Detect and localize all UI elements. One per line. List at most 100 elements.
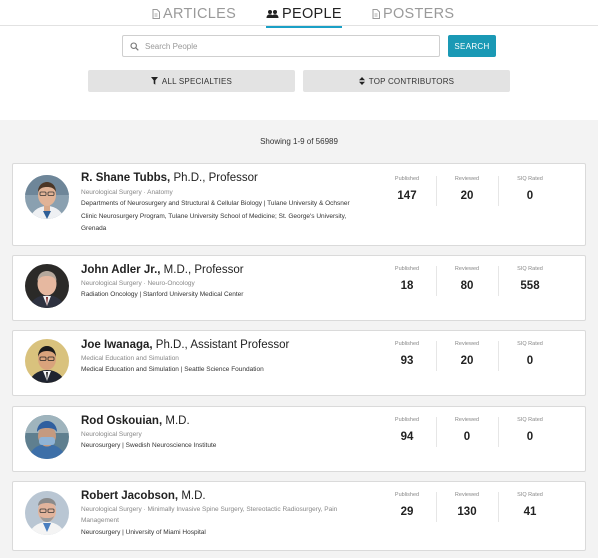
tab-articles-label: ARTICLES <box>163 6 237 22</box>
published-count: 147 <box>397 190 417 202</box>
published-label: Published <box>394 176 420 182</box>
person-name-line[interactable]: Robert Jacobson, M.D. <box>81 490 206 502</box>
reviewed-label: Reviewed <box>454 341 480 347</box>
published-label: Published <box>394 266 420 272</box>
specialties-filter-button[interactable]: ALL SPECIALTIES <box>88 70 295 92</box>
person-affiliation: Departments of Neurosurgery and Structur… <box>81 200 350 232</box>
top-bar: ARTICLES PEOPLE POSTERS SEARCH ALL SPECI… <box>0 0 598 120</box>
tab-bar: ARTICLES PEOPLE POSTERS <box>0 0 598 28</box>
person-specialty: Neurological Surgery · Neuro-Oncology <box>81 280 195 287</box>
published-stat: Published 93 <box>377 341 437 367</box>
reviewed-stat: Reviewed 130 <box>437 492 497 518</box>
search-input[interactable] <box>145 41 425 51</box>
person-affiliation: Neurosurgery | Swedish Neuroscience Inst… <box>81 442 217 449</box>
avatar <box>25 264 69 308</box>
person-name: Rod Oskouian, <box>81 415 163 427</box>
sort-label: TOP CONTRIBUTORS <box>368 76 455 86</box>
siq-stat: SIQ Rated 0 <box>500 341 560 367</box>
siq-count: 41 <box>523 506 537 518</box>
avatar <box>25 339 69 383</box>
siq-stat: SIQ Rated 558 <box>500 266 560 292</box>
specialties-filter-label: ALL SPECIALTIES <box>161 76 233 86</box>
avatar <box>25 491 69 535</box>
published-label: Published <box>394 492 420 498</box>
published-count: 29 <box>400 506 414 518</box>
search-button[interactable]: SEARCH <box>448 35 496 57</box>
person-name: R. Shane Tubbs, <box>81 172 171 184</box>
reviewed-count: 20 <box>460 355 474 367</box>
results-summary: Showing 1-9 of 56989 <box>260 137 338 146</box>
siq-label: SIQ Rated <box>517 176 543 182</box>
tab-articles[interactable]: ARTICLES <box>152 4 236 24</box>
person-card[interactable]: John Adler Jr., M.D., Professor Neurolog… <box>12 255 586 321</box>
siq-stat: SIQ Rated 41 <box>500 492 560 518</box>
published-label: Published <box>394 417 420 423</box>
person-affiliation: Radiation Oncology | Stanford University… <box>81 291 244 298</box>
reviewed-count: 130 <box>457 506 477 518</box>
tab-posters[interactable]: POSTERS <box>372 4 454 24</box>
reviewed-stat: Reviewed 0 <box>437 417 497 443</box>
reviewed-count: 20 <box>460 190 474 202</box>
tab-people-label: PEOPLE <box>282 6 342 22</box>
published-label: Published <box>394 341 420 347</box>
person-specialty: Medical Education and Simulation <box>81 355 179 362</box>
person-name: Robert Jacobson, <box>81 490 179 502</box>
published-stat: Published 147 <box>377 176 437 202</box>
person-name-line[interactable]: John Adler Jr., M.D., Professor <box>81 264 244 276</box>
person-title: Ph.D., Professor <box>173 172 258 184</box>
published-stat: Published 94 <box>377 417 437 443</box>
divider <box>498 417 499 447</box>
person-card[interactable]: Robert Jacobson, M.D. Neurological Surge… <box>12 481 586 551</box>
siq-count: 0 <box>526 355 534 367</box>
reviewed-stat: Reviewed 20 <box>437 176 497 202</box>
siq-count: 0 <box>526 190 534 202</box>
sort-icon <box>358 77 365 85</box>
siq-stat: SIQ Rated 0 <box>500 417 560 443</box>
published-stat: Published 29 <box>377 492 437 518</box>
person-card[interactable]: Rod Oskouian, M.D. Neurological Surgery … <box>12 406 586 472</box>
person-name: Joe Iwanaga, <box>81 339 153 351</box>
document-icon <box>372 9 380 19</box>
tab-people[interactable]: PEOPLE <box>266 4 342 28</box>
siq-label: SIQ Rated <box>517 417 543 423</box>
siq-label: SIQ Rated <box>517 266 543 272</box>
person-title: M.D. <box>181 490 206 502</box>
person-card[interactable]: Joe Iwanaga, Ph.D., Assistant Professor … <box>12 330 586 396</box>
divider <box>498 176 499 206</box>
person-card[interactable]: R. Shane Tubbs, Ph.D., Professor Neurolo… <box>12 163 586 246</box>
document-icon <box>152 9 160 19</box>
divider <box>498 266 499 296</box>
published-count: 94 <box>400 431 414 443</box>
divider <box>498 341 499 371</box>
person-affiliation: Neurosurgery | University of Miami Hospi… <box>81 529 206 536</box>
reviewed-stat: Reviewed 20 <box>437 341 497 367</box>
tab-posters-label: POSTERS <box>383 6 455 22</box>
person-name-line[interactable]: R. Shane Tubbs, Ph.D., Professor <box>81 172 258 184</box>
published-stat: Published 18 <box>377 266 437 292</box>
reviewed-count: 80 <box>460 280 474 292</box>
person-specialty: Neurological Surgery · Anatomy <box>81 189 173 196</box>
sort-button[interactable]: TOP CONTRIBUTORS <box>303 70 510 92</box>
search-icon <box>123 41 145 51</box>
person-specialty: Neurological Surgery · Minimally Invasiv… <box>81 506 338 524</box>
siq-count: 558 <box>520 280 540 292</box>
reviewed-label: Reviewed <box>454 176 480 182</box>
reviewed-label: Reviewed <box>454 417 480 423</box>
reviewed-label: Reviewed <box>454 492 480 498</box>
person-name-line[interactable]: Joe Iwanaga, Ph.D., Assistant Professor <box>81 339 289 351</box>
published-count: 18 <box>400 280 414 292</box>
person-title: Ph.D., Assistant Professor <box>155 339 290 351</box>
siq-count: 0 <box>526 431 534 443</box>
siq-label: SIQ Rated <box>517 341 543 347</box>
reviewed-label: Reviewed <box>454 266 480 272</box>
reviewed-count: 0 <box>463 431 471 443</box>
published-count: 93 <box>400 355 414 367</box>
divider <box>498 492 499 522</box>
person-name: John Adler Jr., <box>81 264 161 276</box>
siq-stat: SIQ Rated 0 <box>500 176 560 202</box>
person-title: M.D., Professor <box>163 264 244 276</box>
person-title: M.D. <box>165 415 190 427</box>
person-affiliation: Medical Education and Simulation | Seatt… <box>81 366 264 373</box>
filter-icon <box>150 77 158 85</box>
person-name-line[interactable]: Rod Oskouian, M.D. <box>81 415 190 427</box>
